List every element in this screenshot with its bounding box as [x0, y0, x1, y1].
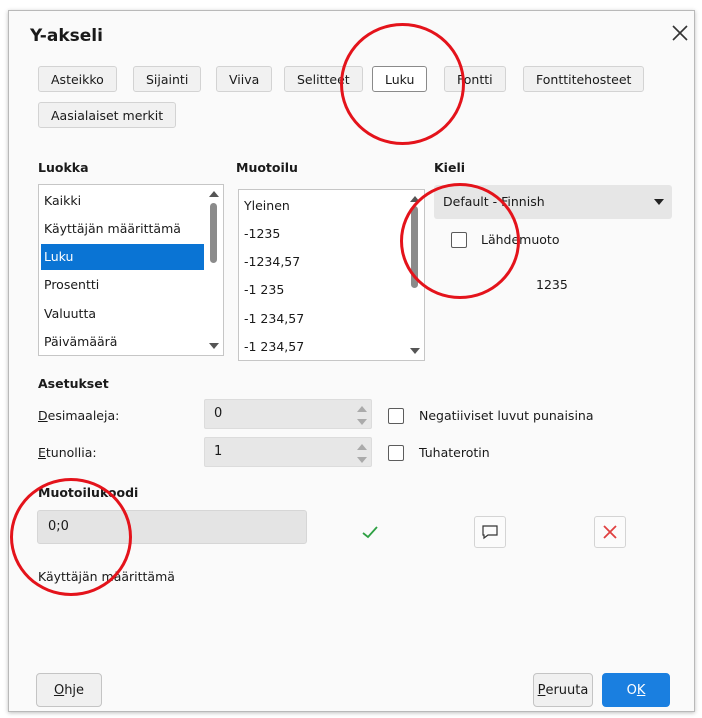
- list-item[interactable]: Valuutta: [41, 301, 209, 327]
- checkmark-icon: [362, 526, 378, 539]
- language-header: Kieli: [434, 160, 466, 175]
- comment-icon: [482, 525, 498, 540]
- category-scrollbar[interactable]: [208, 187, 220, 353]
- tab-asteikko[interactable]: Asteikko: [38, 66, 117, 92]
- tab-fonttitehosteet[interactable]: Fonttitehosteet: [523, 66, 645, 92]
- category-listbox[interactable]: Kaikki Käyttäjän määrittämä Luku Prosent…: [38, 184, 224, 356]
- ok-button[interactable]: OK: [602, 673, 670, 707]
- list-item[interactable]: -1 235: [241, 277, 284, 303]
- format-scrollbar[interactable]: [409, 192, 421, 358]
- spin-down-icon[interactable]: [357, 456, 367, 464]
- list-item[interactable]: Päivämäärä: [41, 329, 209, 355]
- list-item[interactable]: -1 234,57: [241, 306, 304, 332]
- tab-luku[interactable]: Luku: [372, 66, 428, 92]
- tab-selitteet[interactable]: Selitteet: [284, 66, 363, 92]
- scroll-up-icon[interactable]: [208, 189, 220, 199]
- negative-red-label: Negatiiviset luvut punaisina: [419, 408, 594, 423]
- list-item[interactable]: Prosentti: [41, 272, 209, 298]
- thousands-separator-checkbox[interactable]: [388, 445, 404, 461]
- decimals-stepper[interactable]: 0: [204, 399, 372, 429]
- list-item[interactable]: Kaikki: [41, 188, 209, 214]
- list-item[interactable]: Käyttäjän määrittämä: [41, 216, 209, 242]
- format-preview: 1235: [536, 277, 568, 292]
- scroll-up-icon[interactable]: [409, 194, 421, 204]
- format-listbox[interactable]: Yleinen -1235 -1234,57 -1 235 -1 234,57 …: [238, 189, 425, 361]
- add-comment-button[interactable]: [474, 516, 506, 548]
- list-item[interactable]: -1234,57: [241, 249, 300, 275]
- tab-viiva[interactable]: Viiva: [216, 66, 273, 92]
- list-item[interactable]: Yleinen: [241, 193, 290, 219]
- decimals-value: 0: [214, 406, 223, 421]
- format-code-value: 0;0: [48, 519, 69, 534]
- cancel-button[interactable]: Peruuta: [533, 673, 593, 707]
- delete-button[interactable]: [594, 516, 626, 548]
- help-button[interactable]: Ohje: [36, 673, 102, 707]
- format-code-input[interactable]: 0;0: [37, 510, 307, 544]
- format-code-header: Muotoilukoodi: [38, 485, 139, 500]
- delete-icon: [603, 525, 617, 539]
- source-format-checkbox[interactable]: [451, 232, 467, 248]
- spin-down-icon[interactable]: [357, 418, 367, 426]
- accept-button[interactable]: [354, 516, 386, 548]
- format-description: Käyttäjän määrittämä: [38, 569, 175, 584]
- decimals-label: Desimaaleja:: [38, 408, 120, 423]
- tab-sijainti[interactable]: Sijainti: [133, 66, 202, 92]
- leading-zeros-value: 1: [214, 444, 223, 459]
- list-item[interactable]: -1235: [241, 221, 280, 247]
- leading-zeros-label: Etunollia:: [38, 445, 97, 460]
- negative-red-checkbox[interactable]: [388, 408, 404, 424]
- close-icon[interactable]: [670, 23, 690, 43]
- thousands-separator-label: Tuhaterotin: [419, 445, 490, 460]
- tab-aasialaiset-merkit[interactable]: Aasialaiset merkit: [38, 102, 177, 128]
- list-item[interactable]: -1 234,57: [241, 334, 304, 360]
- format-header: Muotoilu: [236, 160, 298, 175]
- scroll-down-icon[interactable]: [409, 346, 421, 356]
- options-header: Asetukset: [38, 376, 109, 391]
- dialog-title: Y-akseli: [30, 26, 103, 46]
- language-value: Default - Finnish: [443, 194, 545, 209]
- list-item-selected[interactable]: Luku: [41, 244, 204, 270]
- category-header: Luokka: [38, 160, 89, 175]
- chevron-down-icon: [654, 199, 664, 205]
- spin-up-icon[interactable]: [357, 443, 367, 451]
- scrollbar-thumb[interactable]: [411, 206, 418, 288]
- spin-up-icon[interactable]: [357, 405, 367, 413]
- tab-fontti[interactable]: Fontti: [444, 66, 506, 92]
- scrollbar-thumb[interactable]: [210, 203, 217, 263]
- source-format-label: Lähdemuoto: [481, 232, 560, 247]
- language-dropdown[interactable]: Default - Finnish: [434, 185, 672, 219]
- leading-zeros-stepper[interactable]: 1: [204, 437, 372, 467]
- scroll-down-icon[interactable]: [208, 341, 220, 351]
